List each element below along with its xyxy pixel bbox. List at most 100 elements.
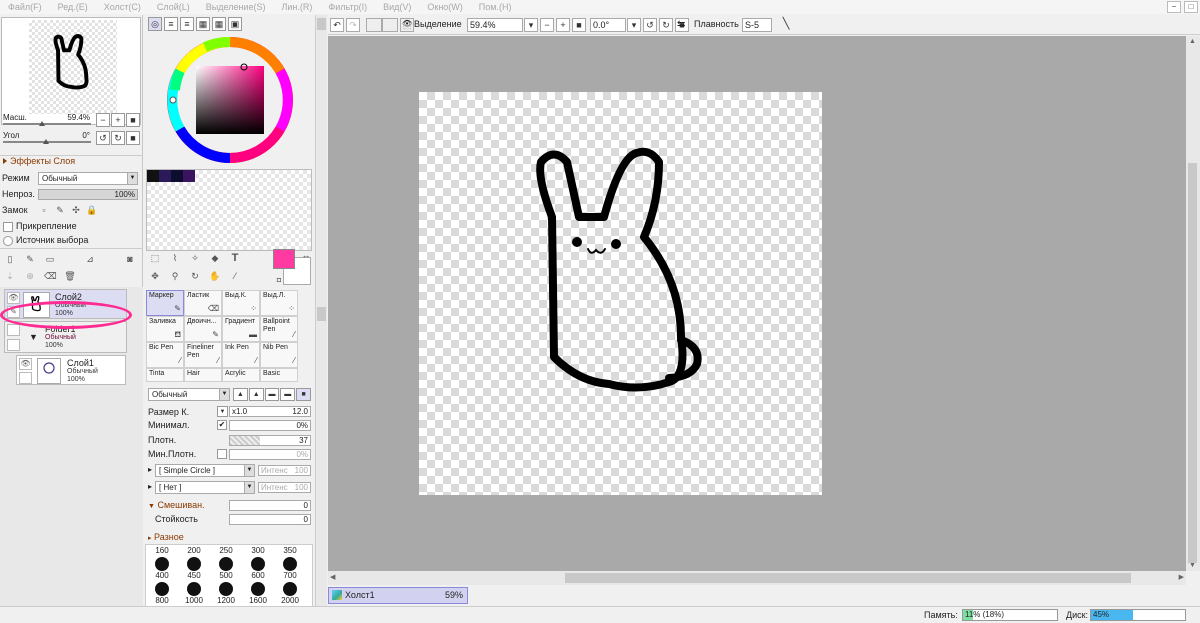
new-folder-icon[interactable]: ▭	[44, 253, 56, 265]
menu-file[interactable]: Файл(F)	[0, 2, 50, 12]
zoom-slider-knob[interactable]	[39, 121, 45, 126]
scroll-right-icon[interactable]: ▶	[1179, 573, 1184, 581]
brush-size-preset[interactable]: 1200	[210, 596, 242, 605]
rect-select-icon[interactable]: ⬚	[149, 252, 161, 264]
lock-paint-icon[interactable]: ✎	[54, 204, 66, 216]
scratchpad-tab-icon[interactable]: ▣	[228, 17, 242, 31]
expand-arrow-icon[interactable]: ▸	[148, 465, 152, 474]
hsv-slider-tab-icon[interactable]: ≡	[180, 17, 194, 31]
min-density-bar[interactable]: 0%	[229, 449, 311, 460]
tool-gradient[interactable]: Градиент ▬	[222, 316, 260, 342]
maximize-button[interactable]: □	[1184, 1, 1198, 13]
lock-all-icon[interactable]: 🔒	[86, 204, 98, 216]
ruler-icon[interactable]: ⊿	[84, 253, 96, 265]
menu-layer[interactable]: Слой(L)	[149, 2, 198, 12]
canvas-viewport[interactable]	[328, 36, 1186, 571]
shape-dome-icon[interactable]: ▲	[248, 388, 264, 401]
misc-header[interactable]: ▸ Разное	[148, 532, 184, 542]
scroll-up-icon[interactable]: ▲	[1189, 38, 1196, 45]
scroll-thumb[interactable]	[317, 307, 326, 321]
brush-size-preset[interactable]: 250	[210, 546, 242, 571]
tool-fill[interactable]: Заливка ⛾	[146, 316, 184, 342]
tool-basic[interactable]: Basic	[260, 368, 298, 382]
rotate-left-button[interactable]: ↺	[96, 131, 110, 145]
tool-eraser[interactable]: Ластик ⌫	[184, 290, 222, 316]
brush-size-preset[interactable]: 1000	[178, 596, 210, 605]
tool-tinta[interactable]: Tinta	[146, 368, 184, 382]
menu-help[interactable]: Пом.(H)	[471, 2, 520, 12]
lock-transparency-icon[interactable]: ▫	[38, 204, 50, 216]
edit-box[interactable]	[19, 372, 32, 384]
opacity-bar[interactable]: 100%	[38, 189, 138, 200]
hand-icon[interactable]: ✋	[209, 270, 221, 282]
lasso-icon[interactable]: ⌇	[169, 252, 181, 264]
invert-selection-button[interactable]	[382, 18, 398, 32]
undo-icon[interactable]: ↶	[330, 18, 344, 32]
deselect-button[interactable]	[366, 18, 382, 32]
selection-source-radio[interactable]	[3, 236, 13, 246]
density-bar[interactable]: 37	[229, 435, 311, 446]
menu-canvas[interactable]: Холст(C)	[96, 2, 149, 12]
zoom-out-icon[interactable]: −	[540, 18, 554, 32]
blending-bar[interactable]: 0	[229, 500, 311, 511]
menu-selection[interactable]: Выделение(S)	[198, 2, 274, 12]
rotate-reset-button[interactable]: ■	[126, 131, 140, 145]
shape-round-icon[interactable]: ▬	[264, 388, 280, 401]
rotate-cw-icon[interactable]: ↻	[659, 18, 673, 32]
tool-select-pen[interactable]: Выд.К. ⁘	[222, 290, 260, 316]
brush-shape-select[interactable]: [ Simple Circle ] ▼	[155, 464, 255, 477]
tool-bic[interactable]: Bic Pen ⁄	[146, 342, 184, 368]
text-tool-icon[interactable]: T	[229, 252, 241, 264]
vertical-scrollbar[interactable]: ▲ ▼	[1186, 36, 1200, 571]
angle-dropdown-icon[interactable]: ▾	[627, 18, 641, 32]
new-layer-icon[interactable]: ▯	[4, 253, 16, 265]
menu-filter[interactable]: Фильтр(I)	[320, 2, 375, 12]
scroll-thumb[interactable]	[317, 18, 326, 30]
tool-hair[interactable]: Hair	[184, 368, 222, 382]
rgb-slider-tab-icon[interactable]: ≡	[164, 17, 178, 31]
size-bar[interactable]: x1.0 12.0	[229, 406, 311, 417]
texture-intensity[interactable]: Интенс 100	[258, 482, 311, 493]
zoom-reset-icon[interactable]: ■	[572, 18, 586, 32]
scroll-thumb[interactable]	[565, 573, 1131, 583]
color-wheel-tab-icon[interactable]: ◎	[148, 17, 162, 31]
zoom-slider[interactable]	[3, 123, 91, 125]
zoom-combo[interactable]: 59.4%	[467, 18, 523, 32]
zoom-tool-icon[interactable]: ⚲	[169, 270, 181, 282]
layer-effects-header[interactable]: Эффекты Слоя	[0, 155, 143, 169]
tool-ink[interactable]: Ink Pen ⁄	[222, 342, 260, 368]
rotate-right-button[interactable]: ↻	[111, 131, 125, 145]
zoom-out-button[interactable]: −	[96, 113, 110, 127]
brush-size-preset[interactable]: 160	[146, 546, 178, 571]
lock-move-icon[interactable]: ✣	[70, 204, 82, 216]
rotate-ccw-icon[interactable]: ↺	[643, 18, 657, 32]
tool-panel-scrollbar[interactable]	[315, 15, 327, 608]
brush-size-preset[interactable]: 700	[274, 571, 306, 596]
delete-layer-icon[interactable]: 🗑	[64, 270, 76, 282]
tool-nib[interactable]: Nib Pen ⁄	[260, 342, 298, 368]
layer-item[interactable]: 👁 Слой1 Обычный 100%	[16, 355, 126, 385]
texture-select[interactable]: [ Нет ] ▼	[155, 481, 255, 494]
shape-intensity[interactable]: Интенс 100	[258, 465, 311, 476]
move-icon[interactable]: ✥	[149, 270, 161, 282]
menu-edit[interactable]: Ред.(E)	[50, 2, 96, 12]
clear-layer-icon[interactable]: ⌫	[44, 270, 57, 282]
brush-size-preset[interactable]: 450	[178, 571, 210, 596]
clipping-checkbox[interactable]	[3, 222, 13, 232]
shape-triangle-icon[interactable]: ▲	[233, 388, 248, 401]
brush-size-preset[interactable]: 350	[274, 546, 306, 571]
angle-combo[interactable]: 0.0°	[590, 18, 626, 32]
canvas-tab[interactable]: Холст1 59%	[328, 587, 468, 604]
brush-size-preset[interactable]: 1600	[242, 596, 274, 605]
shape-icon[interactable]: ◆	[209, 252, 221, 264]
angle-slider-knob[interactable]	[43, 139, 49, 144]
line-tool-icon[interactable]: ╲	[779, 18, 793, 32]
scroll-thumb[interactable]	[1188, 163, 1197, 563]
menu-ruler[interactable]: Лин.(R)	[273, 2, 320, 12]
horizontal-scrollbar[interactable]: ◀ ▶	[328, 571, 1186, 585]
navigator-preview[interactable]	[1, 17, 141, 125]
tool-acrylic[interactable]: Acrylic	[222, 368, 260, 382]
hue-picker-knob[interactable]	[169, 96, 177, 104]
magic-wand-icon[interactable]: ✧	[189, 252, 201, 264]
scroll-left-icon[interactable]: ◀	[330, 573, 335, 581]
